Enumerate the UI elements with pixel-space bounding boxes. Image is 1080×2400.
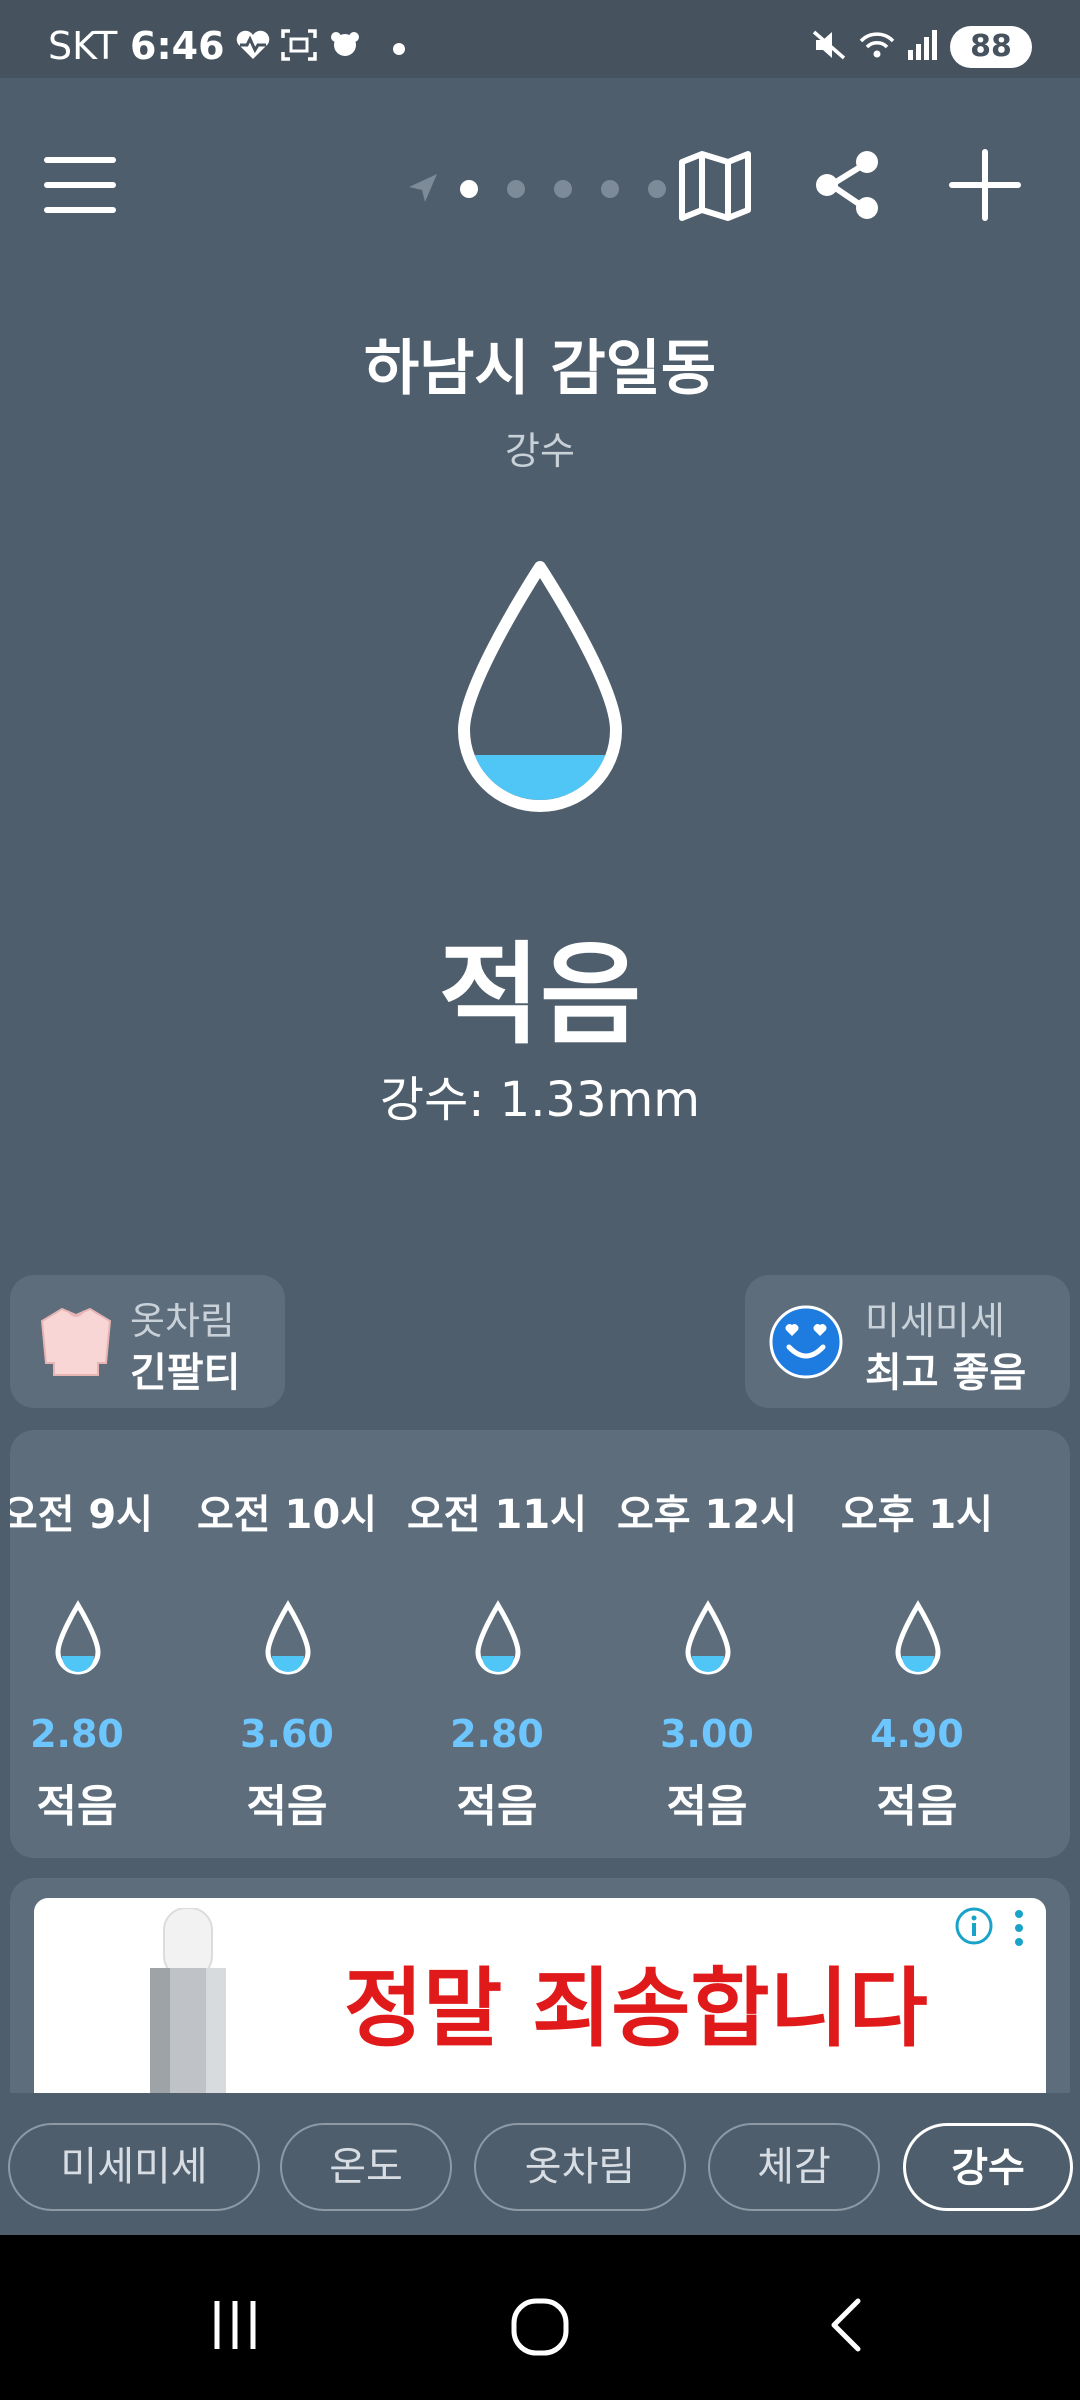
- hourly-value: 2.80: [30, 1712, 124, 1756]
- screenshot-icon: [281, 29, 317, 61]
- hourly-time: 오전 10시: [197, 1492, 377, 1538]
- hourly-level: 적음: [456, 1781, 538, 1832]
- mute-icon: [812, 30, 846, 60]
- ad-container: 정말 죄송합니다 …: [10, 1878, 1070, 2093]
- tab-1[interactable]: 온도: [280, 2123, 452, 2211]
- product-bottle-image: [150, 1908, 226, 2093]
- clock: 6:46: [130, 24, 225, 68]
- add-location-icon[interactable]: [940, 140, 1030, 230]
- hourly-item: 오: [1022, 1430, 1070, 1858]
- page-dot[interactable]: [554, 180, 572, 198]
- recent-apps-icon[interactable]: [205, 2295, 265, 2355]
- tab-3[interactable]: 체감: [708, 2123, 880, 2211]
- hourly-item: 오전 9시 2.80 적음: [10, 1430, 182, 1858]
- leaf-icon: [331, 32, 359, 56]
- system-nav-bar: [0, 2235, 1080, 2400]
- category-tab-bar: 미세미세 온도 옷차림 체감 강수: [0, 2093, 1080, 2235]
- battery-indicator: 88: [950, 26, 1032, 68]
- page-dot[interactable]: [460, 180, 478, 198]
- shirt-icon: [40, 1307, 112, 1376]
- hourly-level: 적음: [246, 1781, 328, 1832]
- battery-level: 88: [970, 29, 1012, 64]
- hourly-level: 적음: [36, 1781, 118, 1832]
- ad-headline: 정말 죄송합니다: [344, 1958, 928, 2059]
- home-icon[interactable]: [508, 2295, 572, 2359]
- hourly-time: 오전 11시: [407, 1492, 587, 1538]
- dust-card-value: 최고 좋음: [865, 1350, 1027, 1396]
- dust-card-label: 미세미세: [865, 1299, 1005, 1343]
- menu-icon[interactable]: [35, 140, 125, 230]
- signal-icon: [908, 30, 937, 60]
- hourly-level: 적음: [876, 1781, 958, 1832]
- precipitation-level: 적음: [438, 931, 642, 1059]
- raindrop-icon: [265, 1600, 311, 1675]
- dust-card[interactable]: 미세미세 최고 좋음: [745, 1275, 1070, 1408]
- raindrop-icon: [475, 1600, 521, 1675]
- raindrop-icon: [685, 1600, 731, 1675]
- raindrop-icon: [55, 1600, 101, 1675]
- hourly-time: 오후 1시: [840, 1492, 994, 1538]
- clothes-card-value: 긴팔티: [130, 1350, 241, 1396]
- status-bar: SKT 6:46 88: [0, 0, 1080, 78]
- tab-4[interactable]: 강수: [903, 2123, 1073, 2211]
- page-dot[interactable]: [648, 180, 666, 198]
- hourly-time: 오후 12시: [617, 1492, 797, 1538]
- hourly-item: 오전 10시 3.60 적음: [182, 1430, 392, 1858]
- wifi-icon: [859, 32, 895, 58]
- location-title[interactable]: 하남시 감일동: [0, 320, 1080, 407]
- ad-more-icon[interactable]: [1004, 1906, 1034, 1950]
- ad-info-icon[interactable]: [954, 1906, 994, 1946]
- hourly-level: 적음: [666, 1781, 748, 1832]
- hourly-time: 오전 9시: [10, 1492, 154, 1538]
- raindrop-icon: [458, 561, 622, 812]
- ad-subline: …: [414, 2066, 474, 2093]
- hourly-value: 3.00: [660, 1712, 754, 1756]
- page-dot[interactable]: [507, 180, 525, 198]
- hourly-forecast[interactable]: 오전 9시 2.80 적음 오전 10시 3.60 적음 오전 11시 2.80 적음 오후 12…: [10, 1430, 1070, 1858]
- health-icon: [236, 30, 270, 59]
- page-subtitle: 강수: [505, 429, 575, 473]
- hourly-value: 4.90: [870, 1712, 964, 1756]
- hourly-item: 오후 12시 3.00 적음: [602, 1430, 812, 1858]
- ad-banner[interactable]: 정말 죄송합니다 …: [34, 1898, 1046, 2093]
- hourly-item: 오후 1시 4.90 적음: [812, 1430, 1022, 1858]
- hourly-value: 3.60: [240, 1712, 334, 1756]
- raindrop-icon: [895, 1600, 941, 1675]
- share-icon[interactable]: [803, 140, 893, 230]
- hourly-time: 오: [1022, 1482, 1070, 1540]
- map-icon[interactable]: [670, 140, 760, 230]
- clothes-card-label: 옷차림: [130, 1299, 235, 1343]
- page-dot[interactable]: [601, 180, 619, 198]
- hourly-value: 2.80: [450, 1712, 544, 1756]
- current-location-icon[interactable]: [405, 170, 441, 206]
- clothes-card[interactable]: 옷차림 긴팔티: [10, 1275, 285, 1408]
- back-icon[interactable]: [818, 2295, 878, 2355]
- tab-2[interactable]: 옷차림: [474, 2123, 686, 2211]
- tab-0[interactable]: 미세미세: [8, 2123, 260, 2211]
- precipitation-amount: 강수: 1.33mm: [379, 1072, 701, 1128]
- notification-dot-icon: [393, 43, 405, 55]
- hourly-item: 오전 11시 2.80 적음: [392, 1430, 602, 1858]
- carrier-label: SKT: [48, 24, 118, 68]
- smiley-icon: [769, 1305, 843, 1379]
